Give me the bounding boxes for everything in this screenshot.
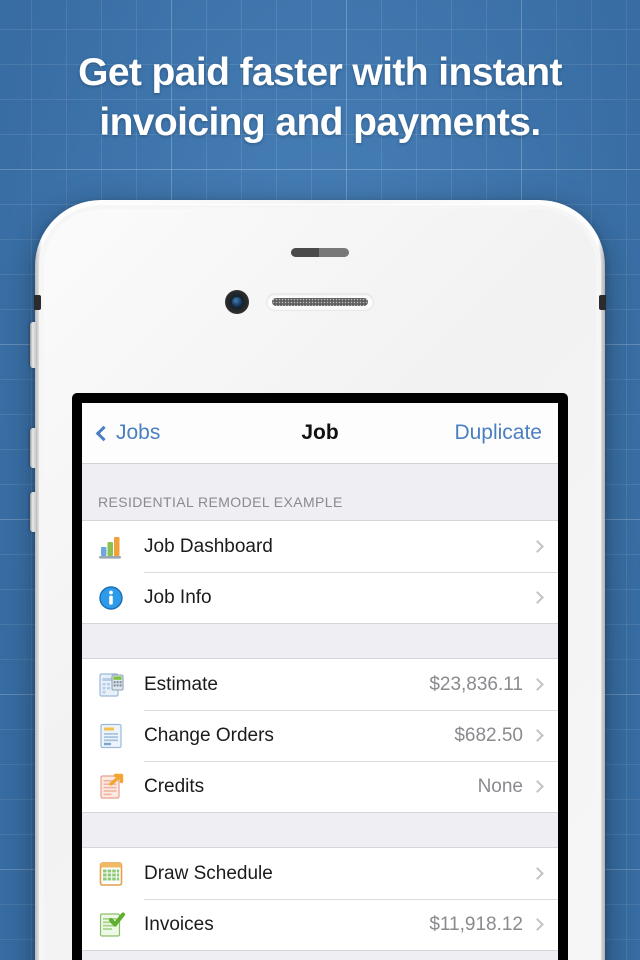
iphone-device: Jobs Job Duplicate RESIDENTIAL REMODEL E…: [30, 200, 606, 960]
chevron-right-icon: [531, 729, 544, 742]
chevron-right-icon: [531, 678, 544, 691]
back-button-label: Jobs: [116, 421, 161, 444]
chevron-right-icon: [531, 780, 544, 793]
list-item-label: Change Orders: [144, 724, 274, 746]
front-camera: [225, 290, 249, 314]
list-item-label: Job Info: [144, 586, 212, 608]
volume-down-button[interactable]: [30, 492, 36, 532]
invoice-check-icon: [96, 910, 126, 940]
screen-bezel: Jobs Job Duplicate RESIDENTIAL REMODEL E…: [72, 393, 568, 960]
list-item-label: Job Dashboard: [144, 535, 273, 557]
list-item-value: $682.50: [454, 724, 523, 746]
list-item-label: Credits: [144, 775, 205, 797]
list-item-value: $23,836.11: [429, 673, 523, 695]
list-item-value: None: [477, 775, 523, 797]
proximity-sensor: [291, 248, 349, 257]
group-separator: [82, 813, 558, 847]
list-item-value: $11,918.12: [429, 913, 523, 935]
change-order-document-icon: [96, 721, 126, 751]
app-screen: Jobs Job Duplicate RESIDENTIAL REMODEL E…: [82, 403, 558, 960]
chevron-right-icon: [531, 918, 544, 931]
list-group-billing: Draw Schedule Invoices $11,918.12: [82, 847, 558, 951]
list-item[interactable]: Job Dashboard: [82, 521, 558, 572]
group-separator: [82, 624, 558, 658]
list-item[interactable]: Estimate $23,836.11: [82, 659, 558, 710]
list-item[interactable]: Credits None: [82, 761, 558, 812]
volume-up-button[interactable]: [30, 428, 36, 468]
speaker-mesh: [272, 298, 368, 306]
duplicate-button[interactable]: Duplicate: [454, 421, 542, 445]
promo-screenshot: Get paid faster with instant invoicing a…: [0, 0, 640, 960]
chevron-right-icon: [531, 540, 544, 553]
list-item[interactable]: Change Orders $682.50: [82, 710, 558, 761]
credit-arrow-document-icon: [96, 772, 126, 802]
navigation-bar: Jobs Job Duplicate: [82, 403, 558, 464]
earpiece-speaker: [267, 294, 373, 310]
promo-headline: Get paid faster with instant invoicing a…: [78, 51, 562, 144]
list-group-overview: Job Dashboard Job Info: [82, 520, 558, 624]
calculator-document-icon: [96, 670, 126, 700]
list-group-financials: Estimate $23,836.11 Change Orders $682.5…: [82, 658, 558, 813]
list-item[interactable]: Invoices $11,918.12: [82, 899, 558, 950]
bar-chart-icon: [96, 532, 126, 562]
list-item-label: Draw Schedule: [144, 862, 273, 884]
chevron-right-icon: [531, 867, 544, 880]
info-circle-icon: [96, 583, 126, 613]
chevron-right-icon: [531, 591, 544, 604]
mute-switch[interactable]: [30, 322, 36, 368]
list-item-label: Estimate: [144, 673, 218, 695]
antenna-band-left: [34, 295, 41, 310]
list-item[interactable]: Job Info: [82, 572, 558, 623]
section-header: RESIDENTIAL REMODEL EXAMPLE: [82, 464, 558, 520]
back-button[interactable]: Jobs: [95, 421, 161, 445]
list-item[interactable]: Draw Schedule: [82, 848, 558, 899]
job-detail-list: RESIDENTIAL REMODEL EXAMPLE Job Dashboar…: [82, 464, 558, 960]
calendar-grid-icon: [96, 859, 126, 889]
antenna-band-right: [599, 295, 606, 310]
list-item-label: Invoices: [144, 913, 214, 935]
chevron-left-icon: [95, 425, 112, 441]
